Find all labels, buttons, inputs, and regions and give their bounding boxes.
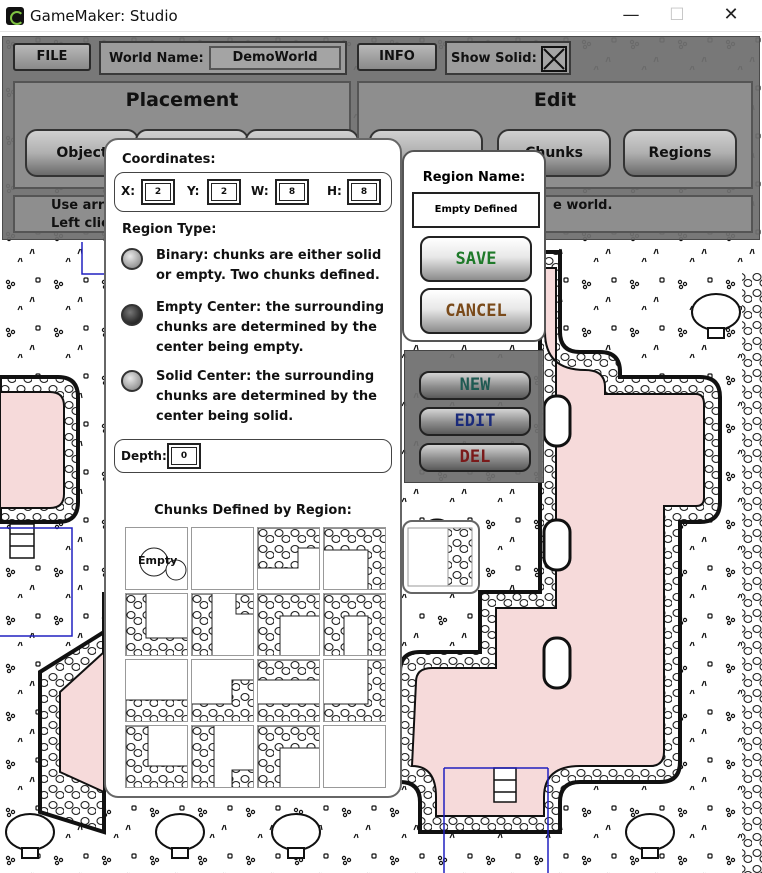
chunk-thumbnail[interactable] xyxy=(323,593,386,656)
coordinates-label: Coordinates: xyxy=(122,152,216,167)
x-input[interactable]: 2 xyxy=(141,179,175,205)
chunk-thumbnail[interactable] xyxy=(323,659,386,722)
chunk-image xyxy=(126,726,187,787)
region-type-label: Region Type: xyxy=(122,222,217,237)
h-input[interactable]: 8 xyxy=(347,179,381,205)
save-button[interactable]: SAVE xyxy=(420,236,532,282)
chunk-thumbnail[interactable] xyxy=(257,659,320,722)
chunk-thumbnail[interactable] xyxy=(125,593,188,656)
chunk-caption: Empty xyxy=(138,554,178,567)
edit-region-button[interactable]: EDIT xyxy=(419,407,531,436)
y-input[interactable]: 2 xyxy=(207,179,241,205)
chunk-image xyxy=(324,660,385,721)
show-solid-group: Show Solid: xyxy=(445,41,571,75)
window-title: GameMaker: Studio xyxy=(30,7,178,25)
chunk-image xyxy=(192,726,253,787)
cancel-label: CANCEL xyxy=(445,301,507,321)
h-label: H: xyxy=(327,184,342,198)
depth-label: Depth: xyxy=(121,449,167,463)
maximize-button[interactable]: ☐ xyxy=(654,0,700,32)
checkbox-x-icon xyxy=(543,48,565,70)
new-region-button[interactable]: NEW xyxy=(419,371,531,400)
chunk-thumbnail-extra xyxy=(407,527,473,587)
chunk-thumbnail[interactable] xyxy=(125,725,188,788)
edit-title: Edit xyxy=(533,89,577,111)
option-solid-center-text: Solid Center: the surrounding chunks are… xyxy=(156,369,377,424)
chunk-image xyxy=(192,679,253,721)
coordinates-row: X: 2 Y: 2 W: 8 H: 8 xyxy=(114,172,392,212)
region-name-input[interactable]: Empty Defined xyxy=(412,192,540,228)
radio-empty-center[interactable] xyxy=(121,304,143,326)
chunk-grid: Empty xyxy=(125,527,387,789)
chunk-thumbnail[interactable] xyxy=(191,659,254,722)
depth-input[interactable]: 0 xyxy=(167,443,201,469)
show-solid-label: Show Solid: xyxy=(451,51,537,66)
chunk-image xyxy=(324,528,385,589)
radio-binary[interactable] xyxy=(121,248,143,270)
radio-solid-center[interactable] xyxy=(121,370,143,392)
w-label: W: xyxy=(251,184,269,198)
title-bar: GameMaker: Studio — ☐ ✕ xyxy=(0,0,762,32)
world-name-input[interactable]: DemoWorld xyxy=(209,46,341,70)
region-name-label: Region Name: xyxy=(422,170,526,185)
info-button[interactable]: INFO xyxy=(357,43,437,71)
edit-label: EDIT xyxy=(454,411,496,431)
chunk-image xyxy=(258,594,319,655)
world-name-group: World Name: DemoWorld xyxy=(99,41,347,75)
region-name-card: Region Name: Empty Defined SAVE CANCEL xyxy=(402,150,546,342)
chunk-image xyxy=(126,594,187,655)
chunk-preview-extra xyxy=(402,520,480,594)
chunk-thumbnail[interactable]: Empty xyxy=(125,527,188,590)
x-label: X: xyxy=(121,184,136,198)
chunk-thumbnail[interactable] xyxy=(257,593,320,656)
chunk-thumbnail[interactable] xyxy=(257,527,320,590)
help-line-2: Left clic xyxy=(51,216,109,231)
chunk-image xyxy=(258,660,319,721)
chunk-thumbnail[interactable] xyxy=(191,527,254,590)
world-name-label: World Name: xyxy=(109,51,204,66)
show-solid-checkbox[interactable] xyxy=(541,46,567,72)
new-label: NEW xyxy=(459,375,491,395)
chunk-image xyxy=(324,594,385,655)
chunk-thumbnail[interactable] xyxy=(125,659,188,722)
chunk-image xyxy=(258,528,319,569)
depth-row: Depth: 0 xyxy=(114,439,392,473)
option-binary-text: Binary: chunks are either solid or empty… xyxy=(156,248,382,283)
placement-title: Placement xyxy=(125,89,239,111)
option-empty-center-text: Empty Center: the surrounding chunks are… xyxy=(156,300,385,355)
chunk-image xyxy=(192,594,253,655)
chunk-thumbnail[interactable] xyxy=(257,725,320,788)
region-list-panel: NEW EDIT DEL xyxy=(404,350,544,483)
save-label: SAVE xyxy=(455,249,497,269)
file-button[interactable]: FILE xyxy=(13,43,91,71)
cancel-button[interactable]: CANCEL xyxy=(420,288,532,334)
del-label: DEL xyxy=(459,447,491,467)
chunks-defined-label: Chunks Defined by Region: xyxy=(154,503,352,518)
gamemaker-logo-icon xyxy=(6,7,24,25)
help-line-right: e world. xyxy=(553,198,613,213)
y-label: Y: xyxy=(187,184,200,198)
minimize-button[interactable]: — xyxy=(608,0,654,32)
chunk-thumbnail[interactable] xyxy=(323,527,386,590)
delete-region-button[interactable]: DEL xyxy=(419,443,531,472)
chunk-thumbnail[interactable] xyxy=(323,725,386,788)
regions-button[interactable]: Regions xyxy=(623,129,737,177)
chunk-image xyxy=(126,699,187,721)
region-settings-dialog: Coordinates: X: 2 Y: 2 W: 8 H: 8 Region … xyxy=(104,138,402,798)
close-button[interactable]: ✕ xyxy=(708,0,754,32)
w-input[interactable]: 8 xyxy=(275,179,309,205)
chunk-image xyxy=(258,726,319,787)
chunk-thumbnail[interactable] xyxy=(191,593,254,656)
chunk-thumbnail[interactable] xyxy=(191,725,254,788)
